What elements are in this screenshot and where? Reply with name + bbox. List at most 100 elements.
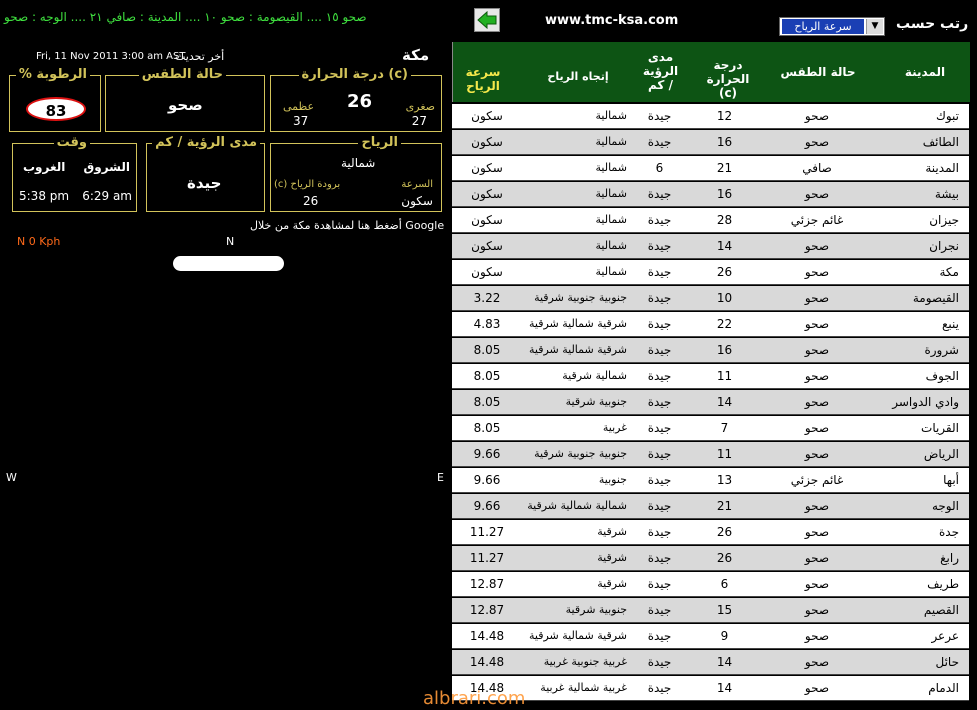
col-wind-direction[interactable]: إتجاه الرياح (523, 70, 633, 84)
table-row[interactable]: جدة صحو 26 جيدة شرقية 11.27 (452, 520, 969, 545)
row-temperature: 14 (716, 239, 733, 253)
chevron-down-icon[interactable]: ▼ (866, 19, 883, 34)
row-wind-speed: 8.05 (473, 395, 501, 409)
row-wind-direction: شرقية (597, 551, 627, 564)
google-view-link[interactable]: أضغط هنا لمشاهدة مكة من خلال Google (250, 219, 444, 232)
table-row[interactable]: جيزان غائم جزئي 28 جيدة شمالية سكون (452, 208, 969, 233)
visibility-title: مدى الرؤية / كم (152, 135, 260, 150)
row-wind-speed: سكون (471, 109, 503, 123)
row-wind-direction: غربية (602, 421, 627, 434)
table-row[interactable]: حائل صحو 14 جيدة غربية جنوبية غربية 14.48 (452, 650, 969, 675)
wind-speed-label: السرعة (401, 179, 433, 190)
table-row[interactable]: القيصومة صحو 10 جيدة جنوبية جنوبية شرقية 3.22 (452, 286, 969, 311)
row-visibility: جيدة (647, 265, 672, 279)
row-wind-speed: 9.66 (473, 447, 501, 461)
row-condition: صحو (804, 317, 830, 331)
row-city: الطائف (922, 135, 959, 149)
row-wind-speed: 11.27 (469, 551, 505, 565)
back-button[interactable] (474, 8, 500, 32)
table-row[interactable]: بيشة صحو 16 جيدة شمالية سكون (452, 182, 969, 207)
row-city: ينبع (942, 317, 959, 331)
row-condition: صحو (804, 499, 830, 513)
table-row[interactable]: الرياض صحو 11 جيدة جنوبية جنوبية شرقية 9.66 (452, 442, 969, 467)
row-wind-direction: شمالية (595, 213, 628, 226)
table-row[interactable]: المدينة صافي 21 6 شمالية سكون (452, 156, 969, 181)
table-row[interactable]: الوجه صحو 21 جيدة شمالية شمالية شرقية 9.66 (452, 494, 969, 519)
row-wind-direction: شمالية (595, 187, 628, 200)
row-condition: صحو (804, 239, 830, 253)
row-city: الدمام (928, 681, 959, 695)
wind-speed-value: سكون (401, 194, 433, 208)
col-condition[interactable]: حالة الطقس (758, 65, 878, 79)
row-visibility: 6 (655, 161, 664, 175)
row-wind-speed: سكون (471, 213, 503, 227)
col-visibility[interactable]: مدى الرؤية كم / (633, 50, 688, 92)
row-temperature: 22 (716, 317, 733, 331)
watermark: albrari.com (423, 688, 526, 709)
row-visibility: جيدة (647, 291, 672, 305)
row-city: جدة (938, 525, 959, 539)
row-city: رابغ (940, 551, 959, 565)
row-temperature: 10 (716, 291, 733, 305)
row-condition: صحو (804, 447, 830, 461)
sort-select[interactable]: سرعة الرياح ▼ (779, 17, 885, 36)
row-wind-direction: شمالية (595, 161, 628, 174)
row-temperature: 26 (716, 265, 733, 279)
sunset-time: 5:38 pm (19, 189, 70, 203)
table-row[interactable]: مكة صحو 26 جيدة شمالية سكون (452, 260, 969, 285)
row-condition: صحو (804, 421, 830, 435)
row-visibility: جيدة (647, 603, 672, 617)
compass-east: E (437, 471, 444, 484)
row-wind-speed: سكون (471, 265, 503, 279)
row-wind-direction: شرقية شمالية شرقية (528, 343, 627, 356)
table-row[interactable]: الجوف صحو 11 جيدة شمالية شرقية 8.05 (452, 364, 969, 389)
sunrise-label: الشروق (83, 160, 130, 174)
row-wind-speed: 11.27 (469, 525, 505, 539)
row-wind-speed: 8.05 (473, 369, 501, 383)
row-wind-speed: سكون (471, 161, 503, 175)
row-city: مكة (939, 265, 960, 279)
table-row[interactable]: وادي الدواسر صحو 14 جيدة جنوبية شرقية 8.05 (452, 390, 969, 415)
row-visibility: جيدة (647, 109, 672, 123)
row-city: تبوك (935, 109, 959, 123)
table-row[interactable]: عرعر صحو 9 جيدة شرقية شمالية شرقية 14.48 (452, 624, 969, 649)
row-wind-direction: جنوبية (598, 473, 627, 486)
table-row[interactable]: طريف صحو 6 جيدة شرقية 12.87 (452, 572, 969, 597)
row-city: بيشة (934, 187, 959, 201)
table-row[interactable]: القريات صحو 7 جيدة غربية 8.05 (452, 416, 969, 441)
table-row[interactable]: ينبع صحو 22 جيدة شرقية شمالية شرقية 4.83 (452, 312, 969, 337)
row-temperature: 12 (716, 109, 733, 123)
table-row[interactable]: الدمام صحو 14 جيدة غربية شمالية غربية 14.48 (452, 676, 969, 701)
row-visibility: جيدة (647, 681, 672, 695)
table-row[interactable]: أبها غائم جزئي 13 جيدة جنوبية 9.66 (452, 468, 969, 493)
table-row[interactable]: تبوك صحو 12 جيدة شمالية سكون (452, 104, 969, 129)
sort-label: رتب حسب (896, 16, 969, 32)
row-condition: صحو (804, 135, 830, 149)
row-wind-direction: شمالية (595, 109, 628, 122)
visibility-box: مدى الرؤية / كم جيدة (146, 135, 265, 212)
row-wind-speed: 12.87 (469, 603, 505, 617)
col-city[interactable]: المدينة (890, 65, 960, 79)
col-temperature[interactable]: درجة الحرارة (c) (698, 58, 758, 100)
row-visibility: جيدة (647, 551, 672, 565)
table-row[interactable]: نجران صحو 14 جيدة شمالية سكون (452, 234, 969, 259)
row-temperature: 14 (716, 681, 733, 695)
row-visibility: جيدة (647, 213, 672, 227)
row-wind-direction: جنوبية جنوبية شرقية (534, 447, 627, 460)
table-row[interactable]: الطائف صحو 16 جيدة شمالية سكون (452, 130, 969, 155)
city-title: مكة (402, 46, 430, 64)
row-visibility: جيدة (647, 395, 672, 409)
table-row[interactable]: شرورة صحو 16 جيدة شرقية شمالية شرقية 8.05 (452, 338, 969, 363)
row-city: القريات (921, 421, 959, 435)
col-wind-speed[interactable]: سرعة الرياح (458, 65, 508, 93)
map-control[interactable] (173, 256, 284, 271)
wind-chill-value: 26 (303, 194, 319, 208)
table-row[interactable]: رابغ صحو 26 جيدة شرقية 11.27 (452, 546, 969, 571)
row-condition: صحو (804, 291, 830, 305)
row-visibility: جيدة (647, 369, 672, 383)
row-visibility: جيدة (647, 135, 672, 149)
humidity-title: % الرطوبة (15, 67, 90, 82)
row-city: القيصومة (912, 291, 959, 305)
table-row[interactable]: القصيم صحو 15 جيدة جنوبية شرقية 12.87 (452, 598, 969, 623)
row-temperature: 26 (716, 551, 733, 565)
